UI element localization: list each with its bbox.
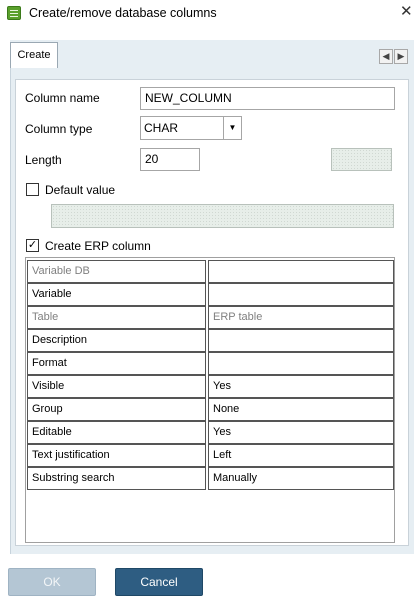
column-type-label: Column type (25, 122, 93, 136)
erp-row-name[interactable]: Variable (27, 283, 206, 306)
column-name-input[interactable]: NEW_COLUMN (140, 87, 395, 110)
create-erp-column-label: Create ERP column (45, 239, 151, 253)
erp-row-value[interactable] (208, 329, 394, 352)
erp-row-value[interactable]: Manually (208, 467, 394, 490)
erp-row-name[interactable]: Editable (27, 421, 206, 444)
erp-row-value[interactable] (208, 283, 394, 306)
erp-row-name[interactable]: Substring search (27, 467, 206, 490)
erp-row-name[interactable]: Description (27, 329, 206, 352)
column-name-label: Column name (25, 91, 100, 105)
tab-create[interactable]: Create (10, 42, 58, 68)
erp-row-value[interactable]: None (208, 398, 394, 421)
cancel-button[interactable]: Cancel (115, 568, 203, 596)
close-icon[interactable]: ✕ (400, 4, 413, 20)
erp-row-name[interactable]: Format (27, 352, 206, 375)
default-value-checkbox[interactable] (26, 183, 39, 196)
window-title: Create/remove database columns (29, 6, 217, 20)
chevron-down-icon[interactable]: ▼ (223, 117, 241, 139)
column-type-value: CHAR (144, 121, 179, 135)
erp-row-name[interactable]: Group (27, 398, 206, 421)
erp-row-value[interactable] (208, 260, 394, 283)
erp-row-value[interactable]: ERP table (208, 306, 394, 329)
tab-scroll-right-icon[interactable]: ▶ (394, 49, 408, 64)
tab-scroll-left-icon[interactable]: ◀ (379, 49, 393, 64)
length-input[interactable]: 20 (140, 148, 200, 171)
default-value-label: Default value (45, 183, 116, 197)
title-bar: Create/remove database columns ✕ (0, 0, 420, 28)
erp-row-value[interactable]: Yes (208, 421, 394, 444)
default-value-input-disabled (51, 204, 394, 228)
erp-row-name[interactable]: Visible (27, 375, 206, 398)
create-erp-column-checkbox[interactable]: ✓ (26, 239, 39, 252)
ok-button[interactable]: OK (8, 568, 96, 596)
erp-row-name[interactable]: Variable DB (27, 260, 206, 283)
erp-row-value[interactable]: Yes (208, 375, 394, 398)
erp-row-name[interactable]: Text justification (27, 444, 206, 467)
erp-row-value[interactable] (208, 352, 394, 375)
column-type-select[interactable]: CHAR ▼ (140, 116, 242, 140)
length-label: Length (25, 153, 62, 167)
length-secondary-field-disabled (331, 148, 392, 171)
erp-row-value[interactable]: Left (208, 444, 394, 467)
tab-strip (10, 40, 414, 68)
erp-row-name[interactable]: Table (27, 306, 206, 329)
database-table-icon (7, 6, 21, 20)
